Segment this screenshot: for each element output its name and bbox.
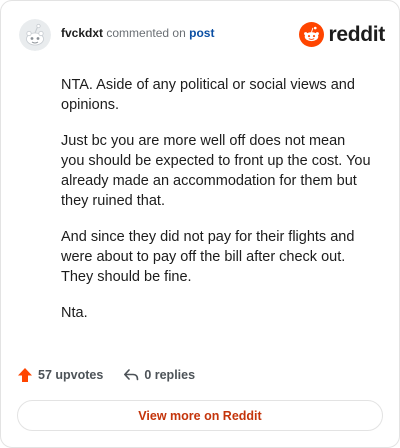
comment-paragraph: Nta. bbox=[61, 305, 88, 321]
comment-body: NTA. Aside of any political or social vi… bbox=[61, 75, 371, 339]
post-link[interactable]: post bbox=[189, 26, 214, 40]
username[interactable]: fvckdxt bbox=[61, 26, 103, 40]
commented-on-text: commented on bbox=[106, 26, 186, 40]
comment-embed-card: fvckdxt commented on post reddit NTA. As… bbox=[0, 0, 400, 448]
comment-meta: fvckdxt commented on post bbox=[61, 26, 214, 40]
comment-paragraph: Just bc you are more well off does not m… bbox=[61, 133, 371, 209]
comment-paragraph: And since they did not pay for their fli… bbox=[61, 229, 355, 285]
comment-actions: 57 upvotes 0 replies bbox=[17, 367, 195, 383]
view-more-button[interactable]: View more on Reddit bbox=[17, 400, 383, 431]
reddit-logo-icon bbox=[299, 21, 325, 47]
reply-button[interactable]: 0 replies bbox=[123, 367, 195, 383]
upvote-arrow-icon bbox=[18, 368, 32, 382]
comment-header: fvckdxt commented on post reddit bbox=[19, 18, 385, 52]
reddit-brand[interactable]: reddit bbox=[299, 21, 385, 47]
upvote-count: 57 upvotes bbox=[38, 368, 104, 382]
upvote-button[interactable]: 57 upvotes bbox=[17, 367, 103, 383]
avatar[interactable] bbox=[19, 19, 51, 51]
reply-count: 0 replies bbox=[144, 368, 196, 382]
reply-arrow-icon bbox=[124, 369, 139, 381]
comment-paragraph: NTA. Aside of any political or social vi… bbox=[61, 77, 355, 113]
brand-wordmark: reddit bbox=[328, 22, 385, 46]
